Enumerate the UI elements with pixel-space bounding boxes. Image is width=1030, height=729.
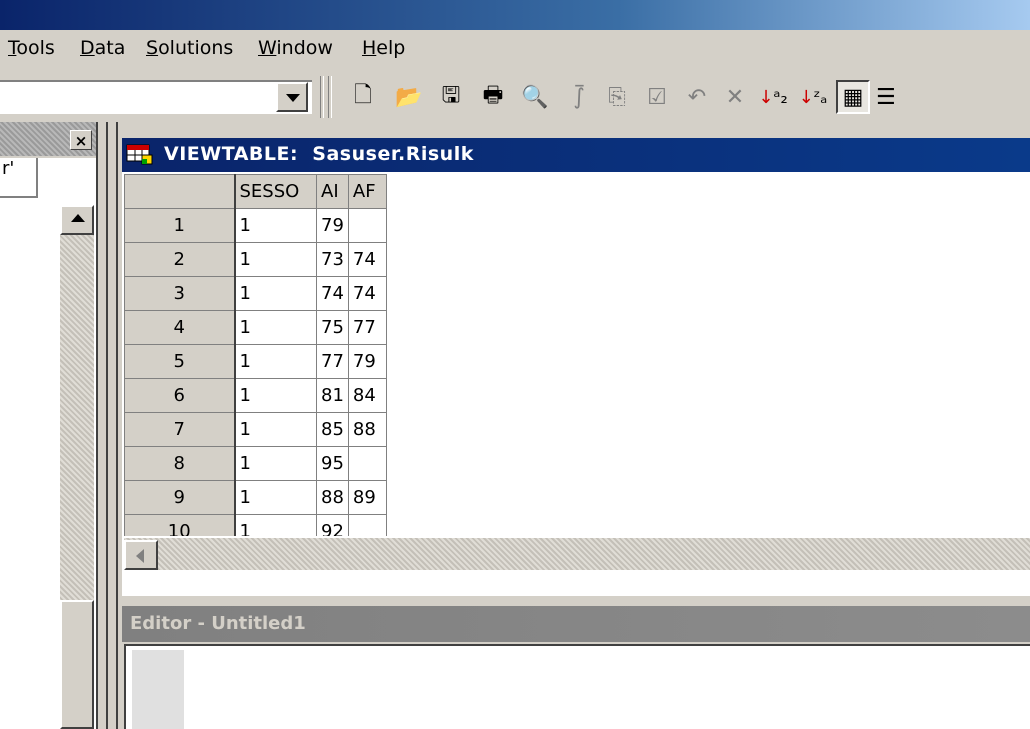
cell-sesso[interactable]: 1 — [234, 514, 317, 536]
editor-title: Editor - Untitled1 — [130, 613, 306, 634]
table-row: 1 1 79 — [124, 208, 387, 243]
cell-ai[interactable]: 95 — [316, 446, 349, 481]
cell-sesso[interactable]: 1 — [234, 378, 317, 413]
cell-ai[interactable]: 92 — [316, 514, 349, 536]
toolbar-separator — [328, 76, 332, 118]
cell-af[interactable] — [347, 514, 387, 536]
cell-sesso[interactable]: 1 — [234, 242, 317, 277]
table-row: 7 1 85 88 — [124, 412, 387, 447]
table-row: 4 1 75 77 — [124, 310, 387, 345]
close-icon[interactable]: × — [70, 130, 92, 150]
command-dropdown-button[interactable] — [276, 82, 308, 112]
cell-sesso[interactable]: 1 — [234, 310, 317, 345]
print-icon[interactable]: 🖶 — [476, 80, 510, 114]
table-row: 3 1 74 74 — [124, 276, 387, 311]
row-header[interactable]: 9 — [124, 480, 236, 515]
cell-ai[interactable]: 81 — [316, 378, 349, 413]
menu-solutions[interactable]: Solutions — [146, 37, 233, 59]
cell-af[interactable] — [347, 446, 387, 481]
table-row: 9 1 88 89 — [124, 480, 387, 515]
cell-sesso[interactable]: 1 — [234, 480, 317, 515]
cell-ai[interactable]: 73 — [316, 242, 349, 277]
column-header-ai[interactable]: AI — [316, 174, 349, 209]
cell-af[interactable]: 79 — [347, 344, 387, 379]
row-header[interactable]: 7 — [124, 412, 236, 447]
delete-icon[interactable]: ✕ — [718, 80, 752, 114]
viewtable-title: VIEWTABLE: Sasuser.Risulk — [164, 143, 474, 165]
cell-ai[interactable]: 85 — [316, 412, 349, 447]
sort-descending-icon[interactable]: ↓ ᶻₐ — [796, 80, 830, 114]
submit-icon[interactable]: ⨛ — [562, 80, 596, 114]
row-header[interactable]: 2 — [124, 242, 236, 277]
open-icon[interactable]: 📂 — [392, 80, 426, 114]
sort-ascending-icon[interactable]: ↓ ᵃ₂ — [756, 80, 790, 114]
save-icon[interactable]: 🖫 — [434, 80, 468, 114]
menu-data[interactable]: Data — [80, 37, 125, 59]
toolbar-separator — [320, 76, 324, 118]
data-grid-viewport: SESSO AI AF 1 1 79 2 1 73 74 3 1 74 74 4… — [122, 172, 1030, 536]
editor-gutter — [132, 650, 184, 729]
menu-tools[interactable]: Tools — [8, 37, 55, 59]
cell-af[interactable]: 74 — [347, 276, 387, 311]
column-header-row: SESSO AI AF — [124, 174, 387, 209]
cell-sesso[interactable]: 1 — [234, 412, 317, 447]
application-title-bar — [0, 0, 1030, 30]
scroll-up-icon[interactable] — [60, 205, 94, 235]
menu-window[interactable]: Window — [258, 37, 333, 59]
cell-sesso[interactable]: 1 — [234, 446, 317, 481]
row-header[interactable]: 3 — [124, 276, 236, 311]
table-row: 6 1 81 84 — [124, 378, 387, 413]
cell-ai[interactable]: 77 — [316, 344, 349, 379]
table-view-icon[interactable]: ▦ — [836, 80, 870, 114]
scroll-left-icon[interactable] — [124, 540, 158, 570]
cell-af[interactable]: 89 — [347, 480, 387, 515]
viewtable-bottom-area — [122, 570, 1030, 596]
table-row: 5 1 77 79 — [124, 344, 387, 379]
cell-ai[interactable]: 79 — [316, 208, 349, 243]
column-header-af[interactable]: AF — [347, 174, 387, 209]
row-header[interactable]: 10 — [124, 514, 236, 536]
cell-af[interactable] — [347, 208, 387, 243]
table-row: 10 1 92 — [124, 514, 387, 536]
cell-af[interactable]: 88 — [347, 412, 387, 447]
cell-ai[interactable]: 88 — [316, 480, 349, 515]
left-panel-tab[interactable]: r' — [0, 158, 38, 198]
cell-sesso[interactable]: 1 — [234, 276, 317, 311]
cell-sesso[interactable]: 1 — [234, 344, 317, 379]
copy-icon[interactable]: ⎘ — [600, 80, 634, 114]
table-row: 2 1 73 74 — [124, 242, 387, 277]
cell-af[interactable]: 84 — [347, 378, 387, 413]
horizontal-scrollbar[interactable] — [124, 538, 1030, 570]
panel-splitter[interactable] — [96, 122, 118, 729]
print-preview-icon[interactable]: 🔍 — [518, 80, 552, 114]
left-panel-scroll-thumb[interactable] — [60, 600, 94, 729]
row-header[interactable]: 5 — [124, 344, 236, 379]
table-row: 8 1 95 — [124, 446, 387, 481]
corner-cell[interactable] — [124, 174, 236, 209]
cell-af[interactable]: 77 — [347, 310, 387, 345]
cell-af[interactable]: 74 — [347, 242, 387, 277]
cell-ai[interactable]: 74 — [316, 276, 349, 311]
cell-ai[interactable]: 75 — [316, 310, 349, 345]
form-view-icon[interactable]: ☰ — [876, 80, 900, 114]
command-input[interactable] — [0, 80, 312, 114]
menu-bar: Tools Data Solutions Window Help — [0, 30, 1030, 66]
row-header[interactable]: 1 — [124, 208, 236, 243]
row-header[interactable]: 6 — [124, 378, 236, 413]
table-window-icon — [126, 144, 153, 165]
data-grid: SESSO AI AF 1 1 79 2 1 73 74 3 1 74 74 4… — [124, 174, 387, 536]
menu-help[interactable]: Help — [362, 37, 405, 59]
undo-icon[interactable]: ↶ — [680, 80, 714, 114]
column-header-sesso[interactable]: SESSO — [234, 174, 317, 209]
editor-text-area[interactable] — [124, 644, 1030, 729]
check-icon[interactable]: ☑ — [640, 80, 674, 114]
new-icon[interactable]: 🗋 — [346, 80, 380, 114]
row-header[interactable]: 8 — [124, 446, 236, 481]
row-header[interactable]: 4 — [124, 310, 236, 345]
cell-sesso[interactable]: 1 — [234, 208, 317, 243]
